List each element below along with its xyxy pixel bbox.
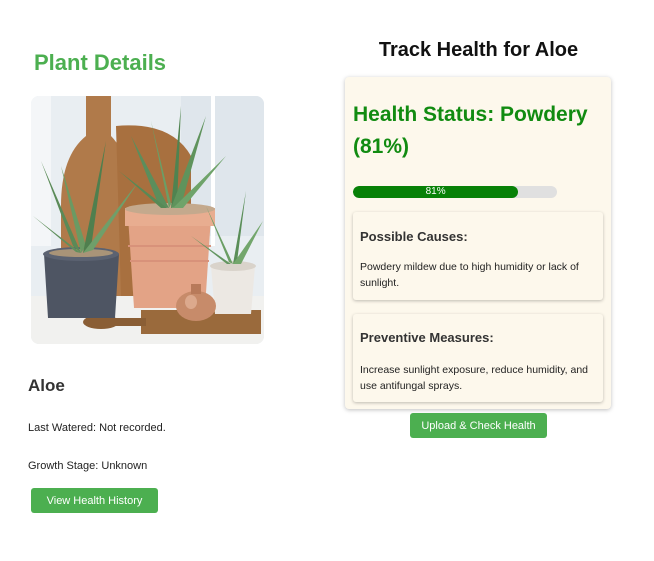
- possible-causes-card: Possible Causes: Powdery mildew due to h…: [353, 212, 603, 300]
- upload-check-health-button[interactable]: Upload & Check Health: [410, 413, 547, 438]
- preventive-measures-card: Preventive Measures: Increase sunlight e…: [353, 314, 603, 402]
- health-progress-bar: 81%: [353, 186, 557, 198]
- health-status-heading: Health Status: Powdery (81%): [353, 103, 588, 158]
- possible-causes-text: Powdery mildew due to high humidity or l…: [360, 261, 579, 289]
- growth-stage-text: Growth Stage: Unknown: [28, 460, 148, 472]
- view-health-history-button[interactable]: View Health History: [31, 488, 158, 513]
- preventive-measures-text: Increase sunlight exposure, reduce humid…: [360, 364, 589, 392]
- health-status-card: Health Status: Powdery (81%) 81% Possibl…: [345, 77, 611, 409]
- health-progress-fill: 81%: [353, 186, 519, 198]
- preventive-measures-title: Preventive Measures:: [360, 330, 494, 345]
- possible-causes-title: Possible Causes:: [360, 229, 468, 244]
- plant-name: Aloe: [28, 376, 65, 395]
- track-health-title: Track Health for Aloe: [378, 39, 579, 61]
- plant-photo: [31, 96, 264, 344]
- last-watered-text: Last Watered: Not recorded.: [28, 422, 166, 434]
- plant-details-title: Plant Details: [34, 50, 167, 75]
